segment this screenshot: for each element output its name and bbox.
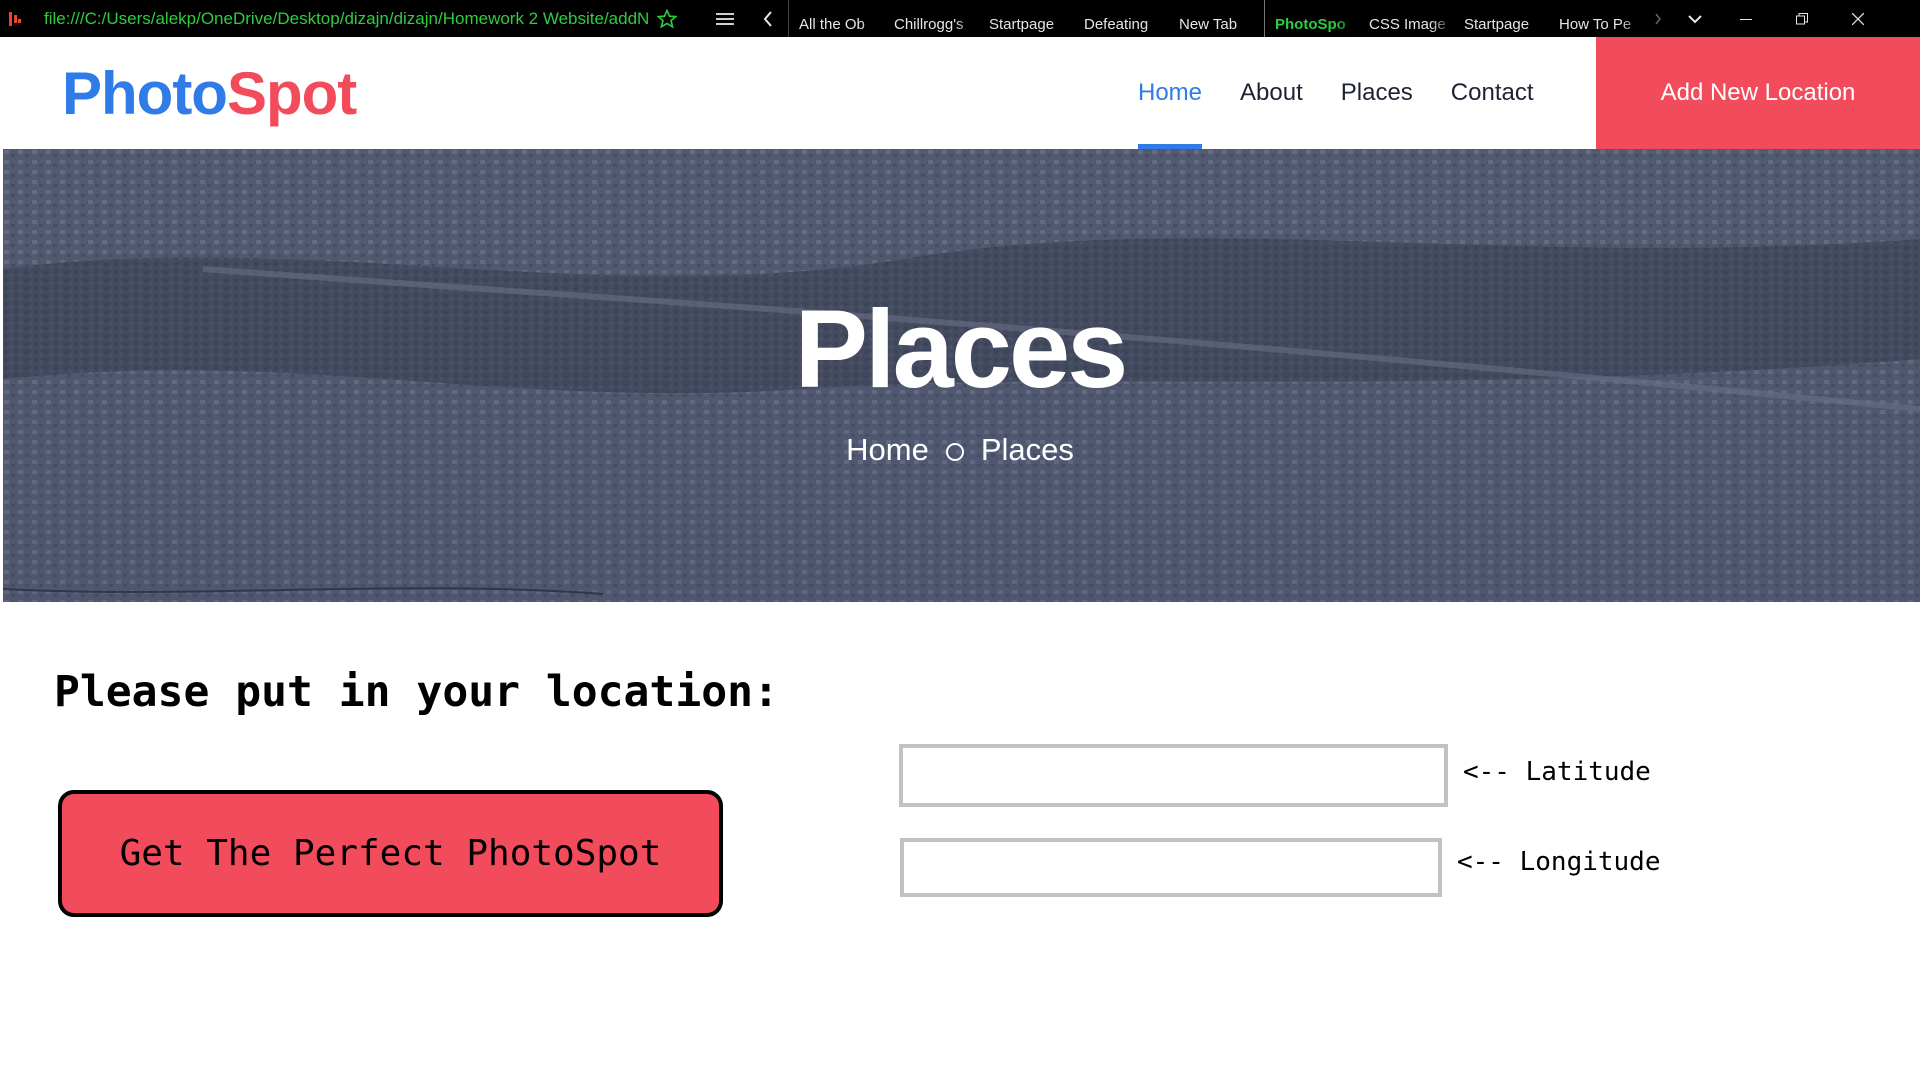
close-icon[interactable] (1830, 0, 1886, 37)
breadcrumb: Home Places (0, 427, 1920, 473)
longitude-input[interactable] (900, 838, 1442, 897)
browser-tab[interactable]: CSS Image (1359, 0, 1454, 37)
latitude-input[interactable] (899, 744, 1448, 807)
chevron-right-icon[interactable] (1644, 0, 1672, 37)
breadcrumb-places: Places (980, 432, 1074, 467)
browser-tab[interactable]: Chillrogg's (884, 0, 979, 37)
restore-icon[interactable] (1774, 0, 1830, 37)
nav-link-places[interactable]: Places (1341, 37, 1413, 149)
nav-link-contact[interactable]: Contact (1451, 37, 1534, 149)
site-logo[interactable]: PhotoSpot (62, 59, 357, 129)
nav-link-home[interactable]: Home (1138, 37, 1203, 149)
logo-part-photo: Photo (62, 60, 228, 127)
breadcrumb-home[interactable]: Home (846, 427, 929, 473)
browser-tab-active[interactable]: PhotoSpo (1264, 0, 1359, 37)
nav-link-about[interactable]: About (1240, 37, 1303, 149)
chevron-left-icon[interactable] (748, 0, 788, 37)
latitude-label: <-- Latitude (1463, 757, 1651, 787)
hero-title: Places (794, 288, 1129, 411)
main-nav: Home About Places Contact (1138, 37, 1572, 149)
browser-tab[interactable]: How To Pe (1549, 0, 1644, 37)
chevron-down-icon[interactable] (1672, 0, 1718, 37)
browser-tab[interactable]: Startpage (979, 0, 1074, 37)
get-perfect-photospot-button[interactable]: Get The Perfect PhotoSpot (58, 790, 723, 917)
address-bar[interactable]: file:///C:/Users/alekp/OneDrive/Desktop/… (22, 0, 652, 37)
bookmark-star-icon[interactable] (652, 0, 682, 37)
longitude-label: <-- Longitude (1457, 847, 1661, 877)
location-prompt-heading: Please put in your location: (54, 667, 779, 717)
add-new-location-button[interactable]: Add New Location (1596, 37, 1920, 149)
breadcrumb-separator-icon (945, 443, 964, 461)
browser-tab[interactable]: Defeating (1074, 0, 1169, 37)
hamburger-menu-icon[interactable] (702, 0, 748, 37)
site-header: PhotoSpot Home About Places Contact Add … (0, 37, 1920, 149)
browser-chrome: file:///C:/Users/alekp/OneDrive/Desktop/… (0, 0, 1920, 37)
logo-part-spot: Spot (226, 60, 357, 127)
browser-tab[interactable]: New Tab (1169, 0, 1264, 37)
minimize-icon[interactable] (1718, 0, 1774, 37)
tab-strip: All the Ob Chillrogg's Startpage Defeati… (788, 0, 1644, 37)
browser-tab[interactable]: Startpage (1454, 0, 1549, 37)
browser-tab[interactable]: All the Ob (789, 0, 884, 37)
